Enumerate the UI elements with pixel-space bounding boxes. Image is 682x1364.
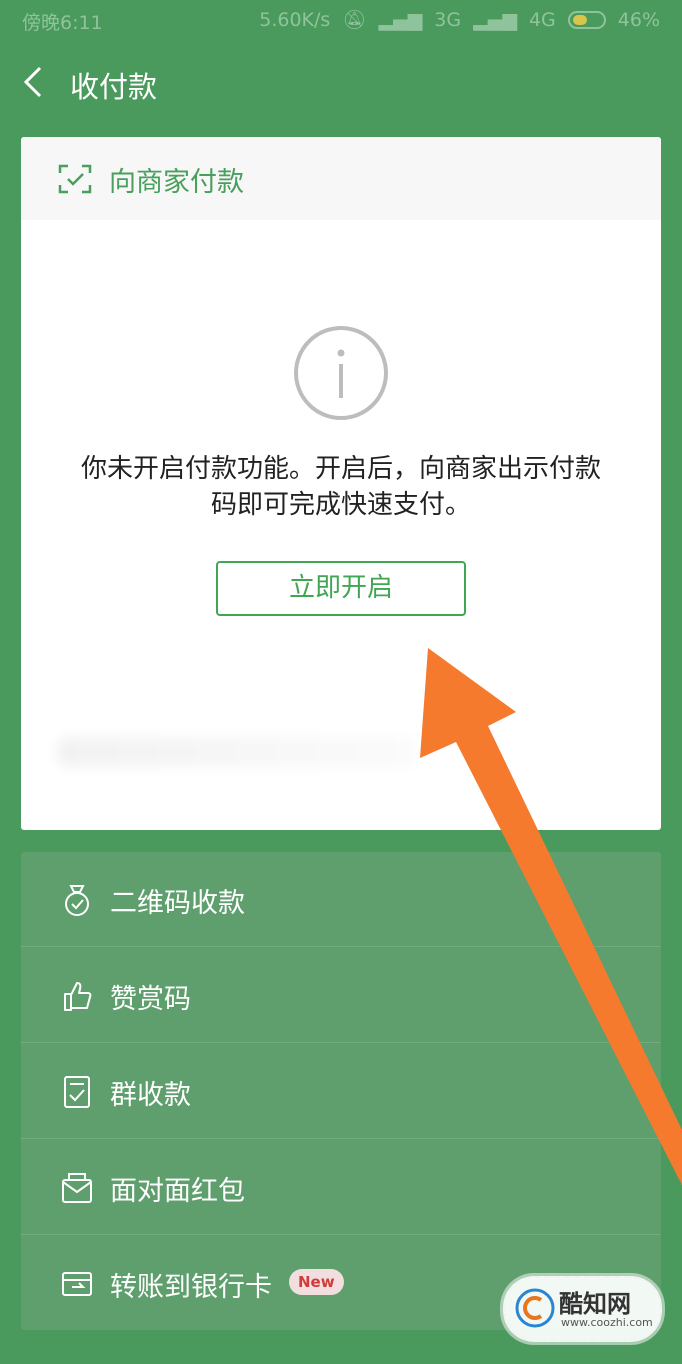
coozhi-logo-icon bbox=[515, 1288, 555, 1328]
network-3g: 3G bbox=[434, 8, 462, 31]
list-item-label: 转账到银行卡 bbox=[110, 1272, 272, 1303]
status-right: 5.60K/s 🔕︎ ▂▄▆ 3G ▂▄▆ 4G 46% bbox=[259, 8, 660, 32]
list-item-group-collect[interactable]: 群收款 bbox=[21, 1044, 661, 1139]
list-item-reward-code[interactable]: 赞赏码 bbox=[21, 948, 661, 1043]
message-line-2: 码即可完成快速支付。 bbox=[210, 490, 471, 520]
pay-merchant-header[interactable]: 向商家付款 bbox=[21, 137, 661, 220]
thumbs-up-icon bbox=[64, 982, 92, 1011]
signal-hd-icon: ▂▄▆ bbox=[473, 8, 517, 31]
new-badge: New bbox=[289, 1269, 344, 1295]
back-arrow-icon[interactable] bbox=[18, 60, 58, 104]
pay-merchant-card: 向商家付款 你未开启付款功能。开启后，向商家出示付款 码即可完成快速支付。 立即… bbox=[21, 137, 661, 830]
status-time: 傍晚6:11 bbox=[22, 12, 103, 34]
status-bar: 傍晚6:11 5.60K/s 🔕︎ ▂▄▆ 3G ▂▄▆ 4G 46% bbox=[0, 0, 682, 42]
money-bag-icon bbox=[65, 885, 89, 916]
list-item-qr-collect[interactable]: 二维码收款 bbox=[21, 852, 661, 947]
battery-percent: 46% bbox=[617, 8, 660, 31]
pay-merchant-title: 向商家付款 bbox=[109, 167, 244, 198]
info-icon bbox=[294, 326, 388, 420]
signal-icon: ▂▄▆ bbox=[378, 8, 423, 31]
payment-options-list: 二维码收款 赞赏码 群收款 面对面红包 转账到银行卡 New bbox=[21, 852, 661, 1330]
list-item-label: 二维码收款 bbox=[110, 888, 245, 919]
coozhi-watermark: 酷知网 www.coozhi.com bbox=[503, 1276, 662, 1342]
enable-payment-message: 你未开启付款功能。开启后，向商家出示付款 码即可完成快速支付。 bbox=[51, 451, 631, 523]
page-title: 收付款 bbox=[70, 70, 158, 104]
list-item-label: 面对面红包 bbox=[110, 1176, 245, 1207]
list-item-label: 赞赏码 bbox=[110, 984, 191, 1015]
scan-pay-icon bbox=[58, 164, 92, 194]
network-speed: 5.60K/s bbox=[259, 8, 331, 31]
battery-icon bbox=[567, 10, 606, 29]
watermark-url: www.coozhi.com bbox=[561, 1316, 653, 1329]
faint-placeholder bbox=[57, 737, 417, 767]
bell-off-icon: 🔕︎ bbox=[342, 9, 367, 31]
group-collect-icon bbox=[64, 1076, 90, 1108]
list-item-label: 群收款 bbox=[110, 1080, 191, 1111]
network-4g: 4G bbox=[528, 8, 556, 31]
message-line-1: 你未开启付款功能。开启后，向商家出示付款 bbox=[80, 454, 601, 484]
nav-header: 收付款 bbox=[0, 52, 682, 114]
enable-now-button[interactable]: 立即开启 bbox=[216, 561, 466, 616]
bank-transfer-icon bbox=[62, 1272, 92, 1296]
list-item-face-red-packet[interactable]: 面对面红包 bbox=[21, 1140, 661, 1235]
red-packet-icon bbox=[62, 1173, 92, 1203]
watermark-title: 酷知网 bbox=[559, 1290, 631, 1318]
